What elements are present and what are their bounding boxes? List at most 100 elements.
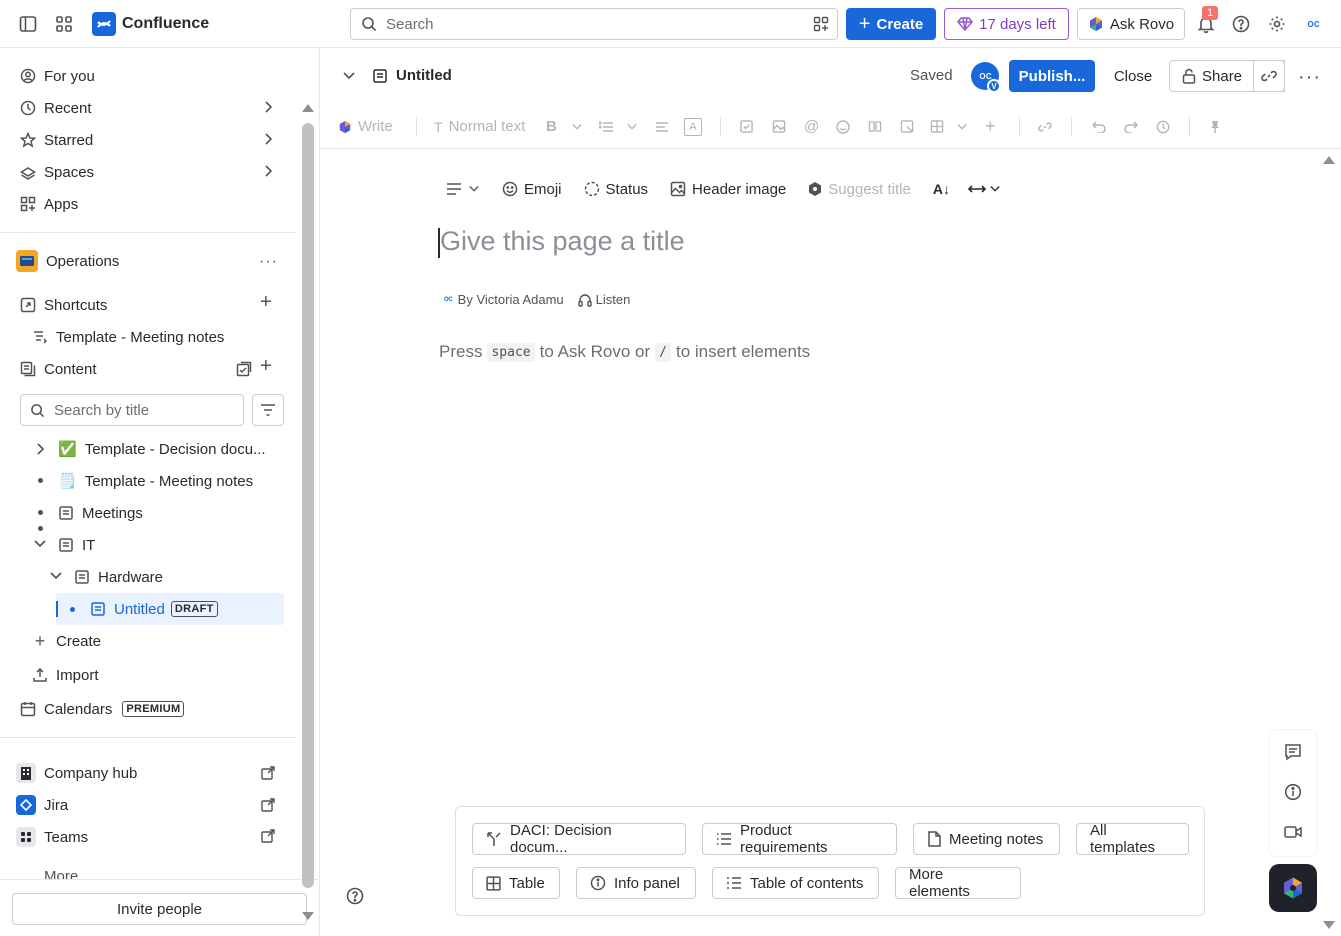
title-search-input[interactable]: Search by title <box>20 394 244 426</box>
scroll-up-icon[interactable] <box>301 103 315 113</box>
tree-item-decision-doc[interactable]: ✅ Template - Decision docu... <box>58 437 266 461</box>
tree-item-untitled-selected[interactable]: Untitled DRAFT <box>56 593 284 625</box>
add-content-icon[interactable]: + <box>260 355 272 378</box>
more-actions-icon[interactable]: ··· <box>1298 66 1321 89</box>
chevron-right-icon[interactable] <box>262 132 274 146</box>
chevron-right-icon[interactable] <box>262 164 274 178</box>
chevron-right-icon[interactable] <box>34 442 46 456</box>
redo-icon[interactable] <box>1124 104 1138 149</box>
sidebar-item-recent[interactable]: Recent <box>20 96 92 120</box>
invite-people-button[interactable]: Invite people <box>12 893 307 925</box>
chevron-down-icon[interactable] <box>571 104 583 149</box>
global-search-input[interactable]: Search <box>350 8 838 40</box>
sidebar-item-apps[interactable]: Apps <box>20 192 78 216</box>
search-filter-icon[interactable] <box>813 16 829 32</box>
settings-button[interactable] <box>1265 12 1289 36</box>
chevron-down-icon[interactable] <box>49 570 63 582</box>
chevron-down-icon[interactable] <box>956 104 968 149</box>
checkbox-icon[interactable] <box>740 104 753 149</box>
link-icon[interactable] <box>1038 104 1052 149</box>
tree-item-it[interactable]: IT <box>58 533 95 557</box>
template-product-requirements-button[interactable]: Product requirements <box>702 822 897 856</box>
listen-button[interactable]: Listen <box>577 292 630 307</box>
template-daci-button[interactable]: DACI: Decision docum... <box>472 822 686 856</box>
table-icon[interactable] <box>930 104 944 149</box>
collaborator-avatar[interactable]: O C V <box>971 62 1001 93</box>
tree-item-meetings[interactable]: Meetings <box>58 501 143 525</box>
help-icon[interactable] <box>346 887 364 905</box>
font-size-button[interactable]: A↓ <box>933 181 950 197</box>
shortcuts-header[interactable]: Shortcuts <box>20 293 107 317</box>
insert-icon[interactable]: + <box>985 104 996 149</box>
scroll-down-icon[interactable] <box>1322 920 1336 930</box>
space-more-icon[interactable]: ··· <box>259 253 278 271</box>
sidebar-item-spaces[interactable]: Spaces <box>20 160 94 184</box>
video-icon[interactable] <box>1284 824 1302 840</box>
pin-icon[interactable] <box>1209 104 1221 149</box>
ask-rovo-button[interactable]: Ask Rovo <box>1077 8 1185 40</box>
bullet-list-icon[interactable] <box>599 104 613 149</box>
publish-button[interactable]: Publish... <box>1009 60 1095 92</box>
page-width-button[interactable] <box>967 183 1001 195</box>
status-button[interactable]: Status <box>584 181 648 198</box>
mention-icon[interactable]: @ <box>804 104 819 149</box>
embed-icon[interactable] <box>900 104 914 149</box>
copy-link-button[interactable] <box>1253 60 1285 92</box>
info-icon[interactable] <box>1284 783 1302 801</box>
calendars-item[interactable]: Calendars PREMIUM <box>20 697 185 721</box>
chevron-down-icon[interactable] <box>626 104 638 149</box>
chevron-right-icon[interactable] <box>262 100 274 114</box>
sidebar-item-starred[interactable]: Starred <box>20 128 93 152</box>
add-shortcut-icon[interactable]: + <box>260 291 272 314</box>
page-title-input[interactable]: Give this page a title <box>440 226 685 257</box>
create-button[interactable]: + Create <box>846 8 936 40</box>
tree-item-hardware[interactable]: Hardware <box>74 565 163 589</box>
chevron-down-icon[interactable] <box>342 70 356 82</box>
create-content-item[interactable]: + Create <box>32 629 101 653</box>
link-teams[interactable]: Teams <box>16 825 88 849</box>
tree-item-meeting-notes-template[interactable]: 🗒️ Template - Meeting notes <box>58 469 253 493</box>
app-switcher-icon[interactable] <box>52 12 76 36</box>
text-color-icon[interactable]: A <box>684 104 702 149</box>
suggest-title-button[interactable]: Suggest title <box>808 181 911 198</box>
trial-button[interactable]: 17 days left <box>944 8 1069 40</box>
all-templates-button[interactable]: All templates <box>1076 822 1189 856</box>
rovo-chat-button[interactable] <box>1269 864 1317 912</box>
align-icon[interactable] <box>655 104 669 149</box>
shortcut-item[interactable]: Template - Meeting notes <box>32 325 224 349</box>
sidebar-item-for-you[interactable]: For you <box>20 64 95 88</box>
scrollbar-thumb[interactable] <box>302 123 314 888</box>
notifications-button[interactable]: 1 <box>1194 6 1219 36</box>
undo-icon[interactable] <box>1092 104 1106 149</box>
layout-icon[interactable] <box>868 104 882 149</box>
sidebar-toggle-icon[interactable] <box>16 12 40 36</box>
create-from-template-icon[interactable] <box>236 361 252 377</box>
bold-icon[interactable]: B <box>546 104 557 149</box>
header-image-button[interactable]: Header image <box>670 181 786 198</box>
write-button[interactable]: Write <box>338 104 393 149</box>
more-elements-button[interactable]: More elements <box>895 866 1021 900</box>
scroll-up-icon[interactable] <box>1322 155 1336 165</box>
profile-avatar[interactable]: O C <box>1300 12 1326 36</box>
scroll-down-icon[interactable] <box>301 911 315 921</box>
emoji-button[interactable]: Emoji <box>502 181 562 198</box>
template-meeting-notes-button[interactable]: Meeting notes <box>913 823 1060 855</box>
text-style-dropdown[interactable]: T Normal text <box>434 104 525 149</box>
link-company-hub[interactable]: Company hub <box>16 761 137 785</box>
history-icon[interactable] <box>1156 104 1170 149</box>
import-item[interactable]: Import <box>32 663 99 687</box>
confluence-logo[interactable]: Confluence <box>92 12 209 36</box>
insert-table-button[interactable]: Table <box>472 867 560 899</box>
filter-button[interactable] <box>252 394 284 426</box>
chevron-down-icon[interactable] <box>33 538 47 550</box>
insert-toc-button[interactable]: Table of contents <box>712 867 879 899</box>
content-header[interactable]: Content <box>20 357 97 381</box>
image-icon[interactable] <box>772 104 786 149</box>
width-options-button[interactable] <box>446 182 480 196</box>
comments-icon[interactable] <box>1284 743 1302 761</box>
emoji-icon[interactable] <box>836 104 850 149</box>
sidebar-scrollbar[interactable] <box>301 104 315 923</box>
insert-info-panel-button[interactable]: Info panel <box>576 867 696 899</box>
link-jira[interactable]: Jira <box>16 793 68 817</box>
close-button[interactable]: Close <box>1103 60 1163 92</box>
